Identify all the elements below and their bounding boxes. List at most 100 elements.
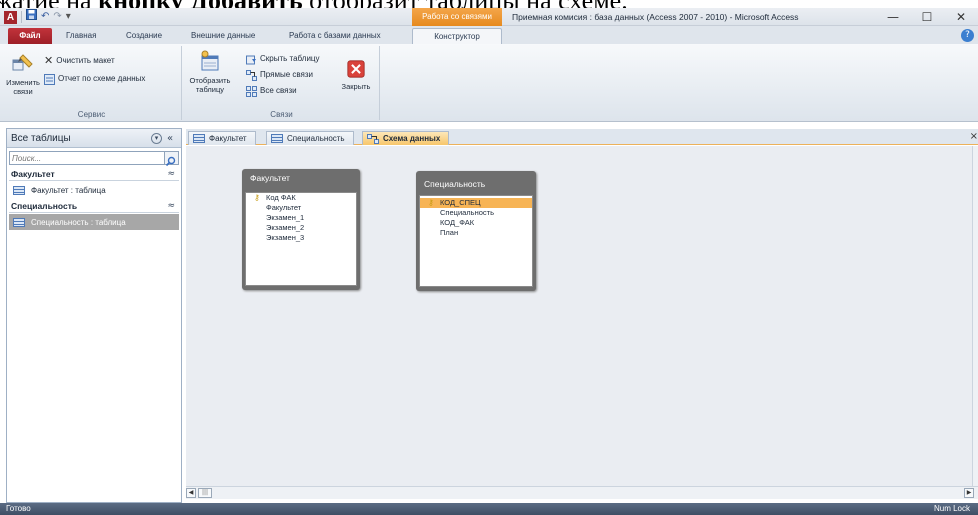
collapse-group-icon[interactable]: ≈ xyxy=(167,167,175,181)
field-row[interactable]: Экзамен_2 xyxy=(246,223,356,233)
table-icon xyxy=(13,185,25,195)
schema-table-faculty[interactable]: Факультет ⚷ Код ФАК Факультет Экзамен_1 Э… xyxy=(242,169,360,290)
group-label-relationships: Связи xyxy=(270,110,293,119)
tab-database-tools[interactable]: Работа с базами данных xyxy=(289,28,381,44)
horizontal-scrollbar[interactable]: ◀ ||| ▶ xyxy=(186,486,978,499)
field-name: План xyxy=(440,228,459,237)
show-table-button[interactable]: Отобразить таблицу xyxy=(188,50,232,94)
nav-pane-title: Все таблицы xyxy=(11,133,71,144)
scroll-left-icon[interactable]: ◀ xyxy=(186,488,196,498)
window-controls: — ☐ ✕ xyxy=(876,8,978,26)
close-document-icon[interactable]: × xyxy=(970,131,978,142)
nav-pane-header[interactable]: Все таблицы ▾ « xyxy=(7,129,181,148)
field-row[interactable]: Специальность xyxy=(420,208,532,218)
direct-relationships-icon xyxy=(246,69,257,81)
field-row[interactable]: План xyxy=(420,228,532,238)
close-red-icon xyxy=(347,60,365,78)
field-name: Факультет xyxy=(266,203,302,212)
schema-table-faculty-title[interactable]: Факультет xyxy=(242,169,360,187)
help-icon[interactable]: ? xyxy=(961,29,974,42)
field-row-selected[interactable]: ⚷ КОД_СПЕЦ xyxy=(420,198,532,208)
save-icon[interactable] xyxy=(26,8,37,26)
field-row[interactable]: КОД_ФАК xyxy=(420,218,532,228)
redo-icon[interactable]: ↷ xyxy=(53,9,61,25)
close-relationships-button[interactable]: Закрыть xyxy=(336,60,376,91)
nav-item-faculty-table[interactable]: Факультет : таблица xyxy=(9,182,179,198)
search-icon[interactable] xyxy=(164,152,178,167)
all-relationships-label: Все связи xyxy=(260,86,297,95)
tab-design[interactable]: Конструктор xyxy=(412,28,502,44)
qat-separator xyxy=(21,11,22,23)
hide-table-button[interactable]: Скрыть таблицу xyxy=(246,52,320,66)
window-title: Приемная комисия : база данных (Access 2… xyxy=(512,12,799,22)
ribbon: Изменить связи ✕ Очистить макет Отчет по… xyxy=(0,44,978,122)
field-name: КОД_СПЕЦ xyxy=(440,198,481,207)
field-name: Экзамен_2 xyxy=(266,223,305,232)
minimize-button[interactable]: — xyxy=(876,8,910,26)
nav-menu-dropdown-icon[interactable]: ▾ xyxy=(151,133,162,144)
nav-search-box xyxy=(9,151,179,167)
group-service: Изменить связи ✕ Очистить макет Отчет по… xyxy=(2,46,182,120)
schema-table-specialty-title[interactable]: Специальность xyxy=(416,175,536,193)
direct-relationships-button[interactable]: Прямые связи xyxy=(246,68,313,82)
nav-group-specialty[interactable]: Специальность ≈ xyxy=(9,199,179,213)
edit-relationships-label: Изменить связи xyxy=(6,78,40,96)
close-window-button[interactable]: ✕ xyxy=(944,8,978,26)
show-table-label: Отобразить таблицу xyxy=(189,76,231,94)
status-num-lock: Num Lock xyxy=(933,504,970,513)
status-ready: Готово xyxy=(6,504,31,513)
undo-icon[interactable]: ↶ xyxy=(41,9,49,25)
nav-group-specialty-label: Специальность xyxy=(11,201,78,211)
tab-home[interactable]: Главная xyxy=(66,28,96,44)
clear-layout-icon: ✕ xyxy=(44,55,54,67)
close-relationships-label: Закрыть xyxy=(341,82,371,91)
hide-table-label: Скрыть таблицу xyxy=(260,54,320,63)
status-bar: Готово Num Lock xyxy=(0,503,978,515)
tab-external-data[interactable]: Внешние данные xyxy=(191,28,255,44)
field-row[interactable]: Факультет xyxy=(246,203,356,213)
scroll-thumb[interactable]: ||| xyxy=(198,488,212,498)
edit-relationships-button[interactable]: Изменить связи xyxy=(6,52,40,96)
field-row[interactable]: Экзамен_1 xyxy=(246,213,356,223)
field-name: Экзамен_3 xyxy=(266,233,305,242)
nav-collapse-icon[interactable]: « xyxy=(167,129,173,148)
nav-item-specialty-table[interactable]: Специальность : таблица xyxy=(9,214,179,230)
all-relationships-button[interactable]: Все связи xyxy=(246,84,297,98)
nav-group-faculty-label: Факультет xyxy=(11,169,55,179)
clear-layout-label: Очистить макет xyxy=(56,56,115,65)
clear-layout-button[interactable]: ✕ Очистить макет xyxy=(44,54,115,68)
doc-tab-specialty-label: Специальность xyxy=(287,133,345,143)
field-name: Код ФАК xyxy=(266,193,296,202)
tab-file[interactable]: Файл xyxy=(8,28,52,44)
nav-group-faculty[interactable]: Факультет ≈ xyxy=(9,167,179,181)
nav-search-input[interactable] xyxy=(10,152,160,164)
edit-relationships-icon xyxy=(12,54,33,71)
maximize-button[interactable]: ☐ xyxy=(910,8,944,26)
group-label-service: Сервис xyxy=(77,110,106,119)
field-row[interactable]: Экзамен_3 xyxy=(246,233,356,243)
vertical-scrollbar[interactable] xyxy=(972,146,978,486)
customize-qat-icon[interactable]: ▾ xyxy=(66,9,71,25)
collapse-group-icon[interactable]: ≈ xyxy=(167,199,175,213)
doc-tab-relationships[interactable]: Схема данных xyxy=(362,131,450,145)
direct-relationships-label: Прямые связи xyxy=(260,70,313,79)
doc-tab-faculty[interactable]: Факультет xyxy=(188,131,256,145)
group-relationships: Отобразить таблицу Скрыть таблицу Прямые… xyxy=(184,46,380,120)
quick-access-toolbar: A ↶ ↷ ▾ xyxy=(4,8,71,26)
relationships-canvas[interactable]: Факультет ⚷ Код ФАК Факультет Экзамен_1 Э… xyxy=(186,146,972,486)
access-app-icon[interactable]: A xyxy=(4,10,17,24)
doc-tab-specialty[interactable]: Специальность xyxy=(266,131,354,145)
doc-tab-relationships-label: Схема данных xyxy=(383,133,441,143)
report-icon xyxy=(44,73,55,85)
tab-create[interactable]: Создание xyxy=(126,28,162,44)
relationship-report-button[interactable]: Отчет по схеме данных xyxy=(44,72,145,86)
ribbon-tabs: Файл Главная Создание Внешние данные Раб… xyxy=(0,26,978,44)
hide-table-icon xyxy=(246,55,256,64)
scroll-right-icon[interactable]: ▶ xyxy=(964,488,974,498)
table-icon xyxy=(193,134,205,143)
schema-table-specialty[interactable]: Специальность ⚷ КОД_СПЕЦ Специальность КО… xyxy=(416,171,536,291)
schema-table-faculty-fields: ⚷ Код ФАК Факультет Экзамен_1 Экзамен_2 Э… xyxy=(245,192,357,286)
nav-item-faculty-label: Факультет : таблица xyxy=(31,185,106,195)
primary-key-icon: ⚷ xyxy=(254,193,260,202)
field-row[interactable]: ⚷ Код ФАК xyxy=(246,193,356,203)
